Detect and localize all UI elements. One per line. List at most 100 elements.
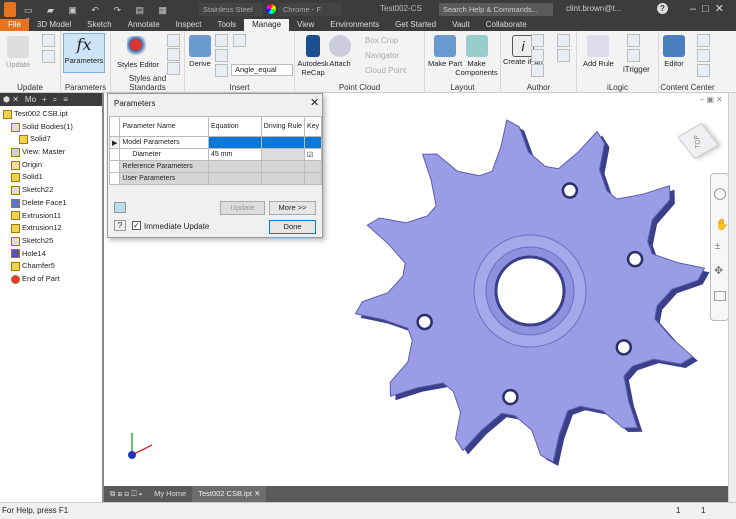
tree-item[interactable]: View: Master — [0, 146, 102, 159]
quick-access-icons[interactable]: ▭ ▰ ▣ ↶ ↷ ▤ ▦ ◍ — [24, 5, 184, 26]
replace-icon[interactable] — [697, 49, 710, 62]
table-row[interactable]: Reference Parameters — [108, 160, 323, 173]
table-row[interactable]: User Parameters — [108, 172, 323, 185]
bolt-hole[interactable] — [561, 182, 579, 199]
vertical-scrollbar[interactable] — [728, 93, 736, 502]
tab-collaborate[interactable]: Collaborate — [478, 19, 535, 31]
table-row[interactable]: Diameter 45 mm ☑ — [108, 148, 323, 161]
parameter-name[interactable]: Model Parameters — [119, 136, 209, 149]
tools-icon[interactable] — [42, 34, 55, 47]
compare-icon[interactable] — [557, 34, 570, 47]
column-header[interactable]: Equation — [207, 116, 262, 137]
help-icon[interactable]: ? — [657, 3, 668, 14]
tab-sketch[interactable]: Sketch — [79, 19, 119, 31]
derive-button[interactable]: Derive — [189, 35, 211, 68]
recap-button[interactable]: Autodesk ReCap — [297, 35, 329, 77]
tab-environments[interactable]: Environments — [322, 19, 387, 31]
help-icon[interactable]: ? — [114, 220, 126, 231]
search-input[interactable]: Search Help & Commands... — [439, 3, 553, 16]
add-rule-button[interactable]: Add Rule — [583, 35, 614, 68]
angle-dropdown[interactable]: Angle_equal — [231, 64, 293, 76]
user-account[interactable]: clint.brown@t... — [566, 4, 621, 13]
tree-item[interactable]: Hole14 — [0, 248, 102, 261]
appearance-dropdown[interactable]: Chrome - F — [279, 3, 341, 16]
done-button[interactable]: Done — [269, 220, 316, 234]
make-components-button[interactable]: Make Components — [453, 35, 500, 77]
bolt-hole[interactable] — [416, 313, 433, 331]
tab-tools[interactable]: Tools — [209, 19, 244, 31]
material-dropdown[interactable]: Stainless Steel — [199, 3, 263, 16]
cloud-point-button[interactable]: Cloud Point — [365, 66, 406, 75]
style-icon[interactable] — [167, 34, 180, 47]
edit-icon[interactable] — [531, 64, 544, 77]
rules-icon[interactable] — [627, 49, 640, 62]
parameter-name[interactable]: Diameter — [119, 148, 209, 161]
bolt-hole[interactable] — [626, 250, 644, 268]
parameters-button[interactable]: fx Parameters — [63, 33, 105, 73]
tab-vault[interactable]: Vault — [444, 19, 478, 31]
object-icon[interactable] — [215, 64, 228, 77]
equation-cell[interactable] — [207, 160, 262, 173]
panel-label[interactable]: iLogic — [577, 83, 658, 92]
tab-manage[interactable]: Manage — [244, 19, 290, 31]
orbit-icon[interactable]: ✥ — [714, 264, 725, 277]
window-layout-icons[interactable]: ⧉ ⊞ ⊟ ◫ ▴ — [104, 486, 148, 502]
update-button[interactable]: Update — [6, 36, 30, 69]
equation-cell[interactable]: 45 mm — [207, 148, 262, 161]
steering-wheel-icon[interactable] — [714, 188, 726, 200]
family-icon[interactable] — [697, 64, 710, 77]
parameter-name[interactable]: Reference Parameters — [119, 160, 209, 173]
search-icon[interactable]: ⌕ — [53, 95, 57, 105]
column-header[interactable]: Parameter Name — [119, 116, 209, 137]
tab-annotate[interactable]: Annotate — [120, 19, 168, 31]
editor-button[interactable]: Editor — [663, 35, 685, 68]
tab-3d-model[interactable]: 3D Model — [29, 19, 79, 31]
pan-icon[interactable]: ✋ — [715, 218, 729, 231]
tree-item[interactable]: Delete Face1 — [0, 197, 102, 210]
bolt-hole[interactable] — [615, 339, 633, 356]
tree-item[interactable]: Sketch22 — [0, 184, 102, 197]
tree-item[interactable]: Origin — [0, 159, 102, 172]
zoom-icon[interactable]: ± — [715, 241, 724, 252]
equation-cell[interactable] — [207, 172, 262, 185]
publish-icon[interactable] — [531, 49, 544, 62]
author-icon[interactable] — [531, 34, 544, 47]
model-tab-icon[interactable]: ⬢ ✕ — [3, 95, 19, 104]
points-icon[interactable] — [215, 49, 228, 62]
styles-editor-button[interactable]: Styles Editor — [117, 36, 159, 69]
table-row[interactable]: ▶ Model Parameters — [108, 136, 323, 149]
tab-document[interactable]: Test002 CSB.ipt ✕ — [192, 486, 267, 502]
menu-icon[interactable]: ≡ — [63, 95, 68, 104]
tree-item[interactable]: Solid Bodies(1) — [0, 121, 102, 134]
equation-cell[interactable] — [207, 136, 262, 149]
center-bore[interactable] — [494, 255, 566, 327]
column-header[interactable]: Driving Rule — [260, 116, 305, 137]
panel-label[interactable]: Parameters — [61, 83, 110, 92]
tab-file[interactable]: File — [0, 19, 29, 31]
import-icon[interactable] — [215, 34, 228, 47]
table-icon[interactable] — [557, 49, 570, 62]
balance-icon[interactable] — [42, 50, 55, 63]
tab-my-home[interactable]: My Home — [148, 486, 192, 502]
navigation-bar[interactable]: ✋ ± ✥ — [710, 173, 729, 321]
box-crop-button[interactable]: Box Crop — [365, 36, 398, 45]
look-at-icon[interactable] — [714, 291, 726, 301]
window-controls[interactable]: –□✕ — [690, 2, 730, 15]
tab-get-started[interactable]: Get Started — [387, 19, 444, 31]
browser-tab[interactable]: Mo — [25, 95, 36, 104]
column-header[interactable]: Key — [303, 116, 323, 137]
itrigger-button[interactable]: iTrigger — [623, 65, 650, 74]
tree-item[interactable]: End of Part — [0, 273, 102, 286]
tab-view[interactable]: View — [289, 19, 322, 31]
image-icon[interactable] — [233, 34, 246, 47]
style-update-icon[interactable] — [167, 48, 180, 61]
tree-item[interactable]: Test002 CSB.ipt — [0, 108, 102, 121]
more-button[interactable]: More >> — [269, 201, 316, 215]
update-button[interactable]: Update — [220, 201, 265, 215]
viewport-controls[interactable]: –▣✕ — [700, 95, 725, 104]
viewcube-face-label[interactable]: TOP — [683, 135, 714, 149]
close-tab-icon[interactable]: ✕ — [254, 489, 260, 498]
tree-item[interactable]: Chamfer5 — [0, 260, 102, 273]
bolt-hole[interactable] — [502, 388, 519, 406]
driving-rule-cell[interactable] — [260, 148, 305, 161]
